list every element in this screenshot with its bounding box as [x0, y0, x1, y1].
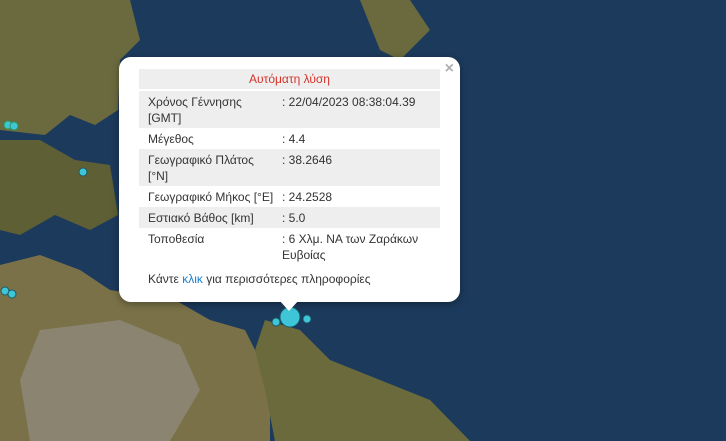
row-value: : 4.4 [282, 132, 306, 146]
row-label: Γεωγραφικό Πλάτος [°N] [139, 149, 278, 186]
table-row: Μέγεθος : 4.4 [139, 128, 440, 149]
row-label: Τοποθεσία [148, 232, 205, 246]
footer-text-after: για περισσότερες πληροφορίες [202, 272, 371, 286]
popup-tip [279, 300, 299, 311]
close-icon[interactable]: × [445, 60, 454, 78]
more-info-link[interactable]: κλικ [182, 272, 203, 286]
earthquake-marker[interactable] [9, 121, 19, 131]
row-label: Χρόνος Γέννησης [GMT] [139, 91, 278, 128]
table-row: Γεωγραφικό Μήκος [°E] : 24.2528 [139, 186, 440, 207]
row-label: Γεωγραφικό Μήκος [°E] [148, 190, 274, 204]
popup-title: Αυτόματη λύση [139, 69, 440, 89]
row-label: Μέγεθος [148, 132, 194, 146]
row-value: : 22/04/2023 08:38:04.39 [278, 91, 440, 128]
earthquake-marker[interactable] [7, 289, 17, 299]
table-row: Εστιακό Βάθος [km] : 5.0 [139, 207, 440, 228]
table-row: Τοποθεσία : 6 Χλμ. ΝΑ των Ζαράκων Ευβοία… [139, 228, 440, 265]
popup-footer: Κάντε κλικ για περισσότερες πληροφορίες [148, 272, 371, 286]
table-row: Χρόνος Γέννησης [GMT] : 22/04/2023 08:38… [139, 91, 440, 128]
row-value: : 6 Χλμ. ΝΑ των Ζαράκων Ευβοίας [282, 232, 419, 262]
earthquake-marker[interactable] [78, 167, 88, 177]
row-value: : 24.2528 [282, 190, 333, 204]
earthquake-marker[interactable] [302, 314, 312, 324]
row-value: : 5.0 [278, 207, 440, 228]
earthquake-popup: × Αυτόματη λύση Χρόνος Γέννησης [GMT] : … [119, 57, 460, 302]
earthquake-marker[interactable] [271, 317, 281, 327]
footer-text-before: Κάντε [148, 272, 183, 286]
table-row: Γεωγραφικό Πλάτος [°N] : 38.2646 [139, 149, 440, 186]
info-table: Χρόνος Γέννησης [GMT] : 22/04/2023 08:38… [139, 91, 440, 265]
row-value: : 38.2646 [278, 149, 440, 186]
row-label: Εστιακό Βάθος [km] [139, 207, 278, 228]
